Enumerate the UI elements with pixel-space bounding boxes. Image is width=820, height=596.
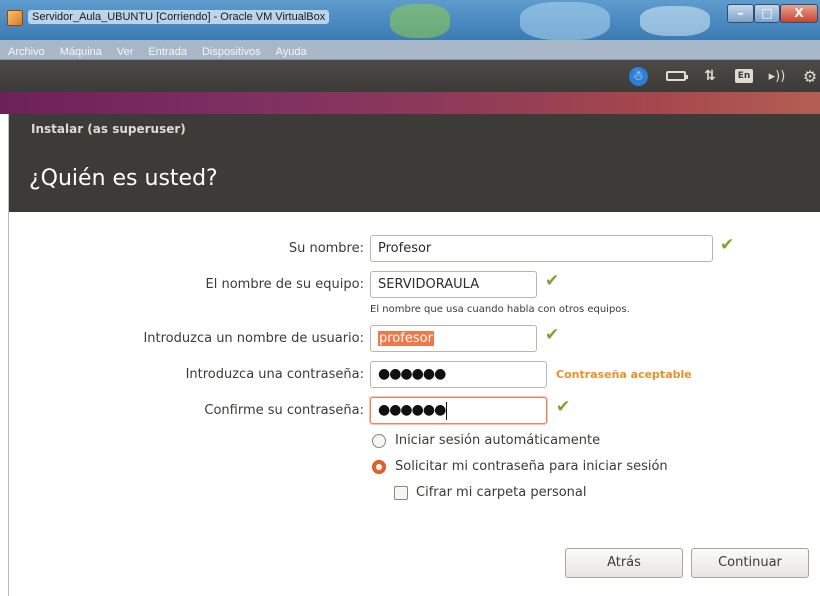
- keyboard-language-icon[interactable]: En: [733, 66, 755, 86]
- encrypt-home-label: Cifrar mi carpeta personal: [416, 485, 587, 500]
- computer-name-valid-check-icon: ✔: [545, 271, 560, 291]
- computer-name-hint: El nombre que usa cuando habla con otros…: [370, 304, 630, 315]
- name-label: Su nombre:: [288, 241, 364, 256]
- auto-login-radio[interactable]: [372, 433, 386, 448]
- require-password-option[interactable]: Solicitar mi contraseña para iniciar ses…: [372, 459, 668, 474]
- require-password-label: Solicitar mi contraseña para iniciar ses…: [395, 459, 668, 474]
- password-field[interactable]: ●●●●●●: [370, 361, 547, 388]
- auto-login-label: Iniciar sesión automáticamente: [395, 433, 601, 448]
- menu-ver[interactable]: Ver: [109, 43, 141, 58]
- computer-name-field[interactable]: SERVIDORAULA: [370, 271, 537, 298]
- minimize-button[interactable]: –: [727, 4, 754, 23]
- menu-maquina[interactable]: Máquina: [52, 43, 109, 58]
- computer-name-label: El nombre de su equipo:: [205, 277, 364, 292]
- installer-window-title: Instalar (as superuser): [31, 122, 186, 136]
- virtualbox-icon: [7, 10, 23, 26]
- close-button[interactable]: X: [780, 4, 818, 23]
- installer-window: Instalar (as superuser) ¿Quién es usted?…: [8, 114, 820, 596]
- volume-icon[interactable]: ▸)): [766, 66, 788, 86]
- accessibility-icon[interactable]: ☃: [628, 66, 648, 86]
- battery-icon[interactable]: [664, 66, 688, 86]
- installer-header: Instalar (as superuser) ¿Quién es usted?: [9, 114, 820, 212]
- desktop-background-shape: [390, 4, 450, 38]
- menu-ayuda[interactable]: Ayuda: [268, 43, 314, 58]
- require-password-radio[interactable]: [372, 459, 386, 474]
- confirm-password-mask: ●●●●●●: [378, 402, 446, 418]
- password-label: Introduzca una contraseña:: [185, 367, 364, 382]
- desktop-background-shape: [520, 2, 610, 40]
- username-field[interactable]: profesor: [370, 325, 537, 352]
- desktop-background-shape: [640, 6, 710, 36]
- confirm-password-valid-check-icon: ✔: [556, 397, 571, 417]
- text-caret: [446, 401, 448, 420]
- menu-dispositivos[interactable]: Dispositivos: [194, 43, 268, 58]
- ubuntu-top-panel: ☃ ⇅ En ▸)) ⚙: [0, 60, 820, 92]
- maximize-button[interactable]: □: [754, 4, 780, 23]
- settings-icon[interactable]: ⚙: [800, 66, 820, 86]
- vbox-menubar: Archivo Máquina Ver Entrada Dispositivos Ayud…: [0, 40, 820, 60]
- username-valid-check-icon: ✔: [545, 325, 560, 345]
- auto-login-option[interactable]: Iniciar sesión automáticamente: [372, 433, 600, 448]
- menu-entrada[interactable]: Entrada: [140, 43, 194, 58]
- encrypt-home-checkbox[interactable]: [394, 485, 408, 500]
- name-field[interactable]: Profesor: [370, 235, 713, 262]
- continue-button[interactable]: Continuar: [691, 548, 809, 578]
- network-icon[interactable]: ⇅: [700, 66, 720, 86]
- encrypt-home-option[interactable]: Cifrar mi carpeta personal: [394, 485, 587, 500]
- confirm-password-label: Confirme su contraseña:: [204, 403, 364, 418]
- confirm-password-field[interactable]: ●●●●●●: [370, 397, 547, 424]
- menu-archivo[interactable]: Archivo: [0, 43, 52, 58]
- name-valid-check-icon: ✔: [720, 235, 735, 255]
- ubuntu-desktop-strip: [0, 92, 820, 114]
- page-title: ¿Quién es usted?: [29, 166, 218, 191]
- host-window-title: Servidor_Aula_UBUNTU [Corriendo] - Oracl…: [28, 10, 330, 24]
- username-label: Introduzca un nombre de usuario:: [143, 331, 364, 346]
- password-mask: ●●●●●●: [378, 366, 446, 382]
- password-strength-status: Contraseña aceptable: [556, 368, 692, 381]
- back-button[interactable]: Atrás: [565, 548, 683, 578]
- username-selected-text: profesor: [378, 331, 434, 346]
- host-title-bar: Servidor_Aula_UBUNTU [Corriendo] - Oracl…: [0, 0, 820, 40]
